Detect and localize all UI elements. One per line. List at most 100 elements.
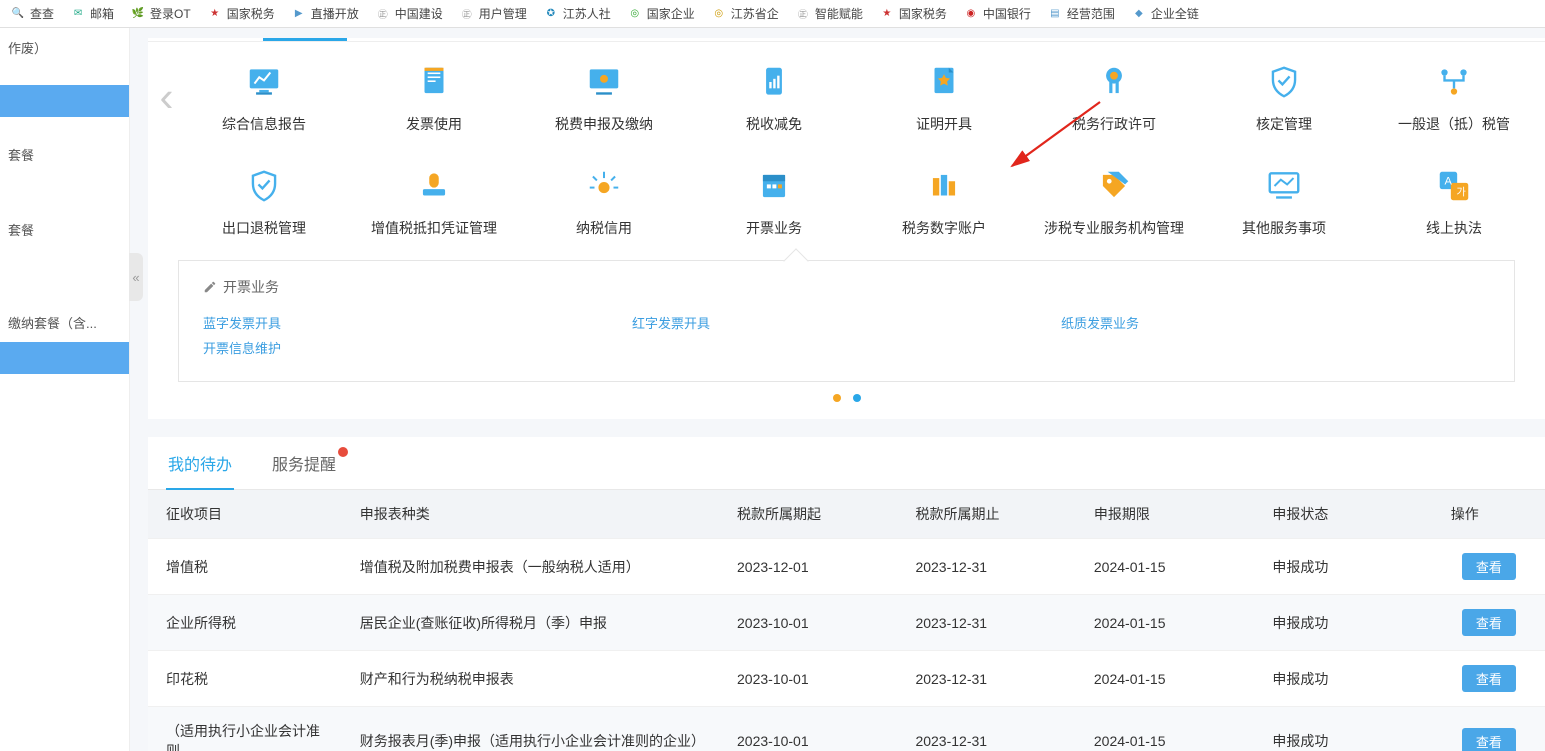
bookmark-item[interactable]: ㊣智能赋能 bbox=[789, 3, 869, 24]
bookmark-label: 中国银行 bbox=[983, 5, 1031, 22]
bookmark-item[interactable]: ✉邮箱 bbox=[64, 3, 120, 24]
bookmarks-bar: 🔍查查✉邮箱🌿登录OT★国家税务▶直播开放㊣中国建设㊣用户管理✪江苏人社◎国家企… bbox=[0, 0, 1545, 28]
service-label: 开票业务 bbox=[689, 218, 859, 238]
service-pro-service[interactable]: 涉税专业服务机构管理 bbox=[1029, 164, 1199, 238]
service-admin-license[interactable]: 税务行政许可 bbox=[1029, 60, 1199, 134]
table-header: 操作 bbox=[1433, 490, 1545, 539]
service-label: 税收减免 bbox=[689, 114, 859, 134]
bookmark-item[interactable]: ◉中国银行 bbox=[957, 3, 1037, 24]
service-label: 出口退税管理 bbox=[179, 218, 349, 238]
tax-credit-icon bbox=[519, 164, 689, 208]
sidebar-item[interactable]: 套餐 bbox=[0, 210, 129, 249]
bookmark-label: 登录OT bbox=[150, 5, 191, 22]
service-online-enforce[interactable]: 线上执法 bbox=[1369, 164, 1539, 238]
table-header: 征收项目 bbox=[148, 490, 342, 539]
left-sidebar: 作废）套餐套餐缴纳套餐（含...« bbox=[0, 28, 130, 751]
bookmark-favicon-icon: ▤ bbox=[1047, 6, 1063, 22]
bookmark-item[interactable]: ✪江苏人社 bbox=[537, 3, 617, 24]
table-header: 申报表种类 bbox=[342, 490, 719, 539]
service-label: 税费申报及缴纳 bbox=[519, 114, 689, 134]
service-label: 发票使用 bbox=[349, 114, 519, 134]
table-cell: 2023-10-01 bbox=[719, 651, 897, 707]
link-blue-invoice[interactable]: 蓝字发票开具 bbox=[203, 313, 632, 332]
export-refund-icon bbox=[179, 164, 349, 208]
service-refund-manage[interactable]: 一般退（抵）税管 bbox=[1369, 60, 1539, 134]
tab-service-alert[interactable]: 服务提醒 bbox=[270, 437, 338, 489]
bookmark-item[interactable]: ▶直播开放 bbox=[285, 3, 365, 24]
service-label: 线上执法 bbox=[1369, 218, 1539, 238]
bookmark-item[interactable]: 🔍查查 bbox=[4, 3, 60, 24]
bookmark-item[interactable]: ▤经营范围 bbox=[1041, 3, 1121, 24]
view-button[interactable]: 查看 bbox=[1462, 728, 1516, 751]
bookmark-label: 企业全链 bbox=[1151, 5, 1199, 22]
other-service-icon bbox=[1199, 164, 1369, 208]
bookmark-item[interactable]: ◎国家企业 bbox=[621, 3, 701, 24]
bookmark-item[interactable]: ◎江苏省企 bbox=[705, 3, 785, 24]
bookmark-favicon-icon: 🌿 bbox=[130, 6, 146, 22]
service-label: 一般退（抵）税管 bbox=[1369, 114, 1539, 134]
bookmark-favicon-icon: ㊣ bbox=[459, 6, 475, 22]
sidebar-item[interactable]: 缴纳套餐（含... bbox=[0, 303, 129, 342]
sidebar-highlight[interactable] bbox=[0, 85, 129, 117]
table-cell: 财产和行为税纳税申报表 bbox=[342, 651, 719, 707]
service-vat-deduct[interactable]: 增值税抵扣凭证管理 bbox=[349, 164, 519, 238]
service-certificate[interactable]: 证明开具 bbox=[859, 60, 1029, 134]
sidebar-spacer bbox=[0, 174, 129, 192]
certificate-icon bbox=[859, 60, 1029, 104]
digital-account-icon bbox=[859, 164, 1029, 208]
carousel-dots[interactable] bbox=[148, 382, 1545, 405]
service-analytics-report[interactable]: 综合信息报告 bbox=[179, 60, 349, 134]
table-cell: 2023-12-01 bbox=[719, 539, 897, 595]
bookmark-favicon-icon: ★ bbox=[207, 6, 223, 22]
service-other-service[interactable]: 其他服务事项 bbox=[1199, 164, 1369, 238]
bookmark-label: 国家税务 bbox=[899, 5, 947, 22]
service-digital-account[interactable]: 税务数字账户 bbox=[859, 164, 1029, 238]
bookmark-item[interactable]: ★国家税务 bbox=[873, 3, 953, 24]
table-cell: 2023-12-31 bbox=[897, 707, 1075, 751]
sidebar-collapse-toggle[interactable]: « bbox=[129, 253, 143, 301]
table-cell: 申报成功 bbox=[1254, 651, 1432, 707]
view-button[interactable]: 查看 bbox=[1462, 665, 1516, 692]
sidebar-highlight[interactable] bbox=[0, 342, 129, 374]
service-invoice-biz[interactable]: 开票业务 bbox=[689, 164, 859, 238]
table-cell: 2024-01-15 bbox=[1076, 651, 1254, 707]
tab-my-todo[interactable]: 我的待办 bbox=[166, 437, 234, 489]
table-cell: 2024-01-15 bbox=[1076, 595, 1254, 651]
sidebar-item[interactable]: 套餐 bbox=[0, 135, 129, 174]
service-tax-reduce[interactable]: 税收减免 bbox=[689, 60, 859, 134]
link-red-invoice[interactable]: 红字发票开具 bbox=[632, 313, 1061, 332]
bookmark-item[interactable]: 🌿登录OT bbox=[124, 3, 197, 24]
link-paper-invoice[interactable]: 纸质发票业务 bbox=[1061, 313, 1490, 332]
sidebar-item[interactable]: 作废） bbox=[0, 28, 129, 67]
service-label: 税务行政许可 bbox=[1029, 114, 1199, 134]
tax-declare-icon bbox=[519, 60, 689, 104]
refund-manage-icon bbox=[1369, 60, 1539, 104]
table-cell: 2024-01-15 bbox=[1076, 707, 1254, 751]
table-cell: 申报成功 bbox=[1254, 539, 1432, 595]
table-cell-action: 查看 bbox=[1433, 539, 1545, 595]
service-label: 涉税专业服务机构管理 bbox=[1029, 218, 1199, 238]
table-cell: 2023-10-01 bbox=[719, 707, 897, 751]
table-cell-action: 查看 bbox=[1433, 595, 1545, 651]
service-check-manage[interactable]: 核定管理 bbox=[1199, 60, 1369, 134]
service-export-refund[interactable]: 出口退税管理 bbox=[179, 164, 349, 238]
bookmark-item[interactable]: ㊣用户管理 bbox=[453, 3, 533, 24]
services-card: ‹ 综合信息报告发票使用税费申报及缴纳税收减免证明开具税务行政许可核定管理一般退… bbox=[148, 38, 1545, 419]
bookmark-label: 经营范围 bbox=[1067, 5, 1115, 22]
services-prev-button[interactable]: ‹ bbox=[154, 73, 179, 121]
table-cell: 居民企业(查账征收)所得税月（季）申报 bbox=[342, 595, 719, 651]
bookmark-item[interactable]: ★国家税务 bbox=[201, 3, 281, 24]
table-cell-action: 查看 bbox=[1433, 707, 1545, 751]
view-button[interactable]: 查看 bbox=[1462, 553, 1516, 580]
bookmark-favicon-icon: ◉ bbox=[963, 6, 979, 22]
services-row-2: ‹ 出口退税管理增值税抵扣凭证管理纳税信用开票业务税务数字账户涉税专业服务机构管… bbox=[148, 144, 1545, 248]
bookmark-favicon-icon: ◆ bbox=[1131, 6, 1147, 22]
bookmark-label: 用户管理 bbox=[479, 5, 527, 22]
view-button[interactable]: 查看 bbox=[1462, 609, 1516, 636]
service-tax-credit[interactable]: 纳税信用 bbox=[519, 164, 689, 238]
service-tax-declare[interactable]: 税费申报及缴纳 bbox=[519, 60, 689, 134]
bookmark-item[interactable]: ◆企业全链 bbox=[1125, 3, 1205, 24]
service-invoice-use[interactable]: 发票使用 bbox=[349, 60, 519, 134]
bookmark-item[interactable]: ㊣中国建设 bbox=[369, 3, 449, 24]
link-invoice-info[interactable]: 开票信息维护 bbox=[203, 338, 632, 357]
